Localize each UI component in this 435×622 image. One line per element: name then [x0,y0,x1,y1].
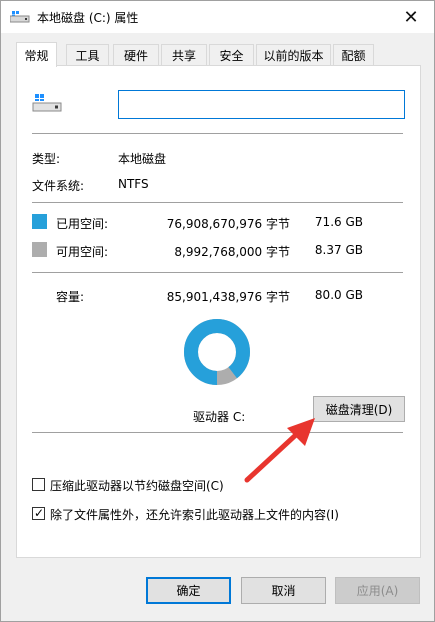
close-button[interactable]: ✕ [388,1,434,33]
used-space-bytes: 76,908,670,976 字节 [166,217,290,231]
drive-name-input[interactable] [118,90,405,119]
cancel-button[interactable]: 取消 [241,577,326,604]
type-value: 本地磁盘 [118,152,167,166]
drive-letter-label: 驱动器 C: [193,410,246,424]
drive-large-icon [32,94,62,112]
apply-button[interactable]: 应用(A) [335,577,420,604]
tab-hardware[interactable]: 硬件 [113,44,159,66]
tab-label: 共享 [171,49,196,63]
tab-general[interactable]: 常规 [16,42,57,67]
compress-checkbox[interactable] [32,478,45,491]
filesystem-label: 文件系统: [32,179,85,193]
tab-label: 硬件 [123,49,148,63]
button-label: 取消 [271,584,296,598]
red-arrow-annotation [244,418,315,483]
tab-label: 工具 [75,49,100,63]
usage-donut-chart [184,319,250,385]
close-icon: ✕ [403,6,419,28]
used-space-swatch [32,214,47,229]
title-bar: 本地磁盘 (C:) 属性 ✕ [1,1,434,33]
tab-label: 安全 [219,49,244,63]
button-label: 确定 [176,584,201,598]
free-space-bytes: 8,992,768,000 字节 [174,245,290,259]
capacity-bytes: 85,901,438,976 字节 [166,290,290,304]
filesystem-value: NTFS [118,177,149,191]
capacity-size: 80.0 GB [314,288,363,302]
free-space-swatch [32,242,47,257]
free-space-size: 8.37 GB [314,243,363,257]
checkmark-icon: ✓ [34,506,45,520]
tab-security[interactable]: 安全 [209,44,254,66]
tab-quota[interactable]: 配额 [333,44,374,66]
divider [32,432,403,433]
donut-used-segment [184,319,250,385]
type-label: 类型: [32,152,61,166]
index-label: 除了文件属性外，还允许索引此驱动器上文件的内容(I) [50,508,339,522]
tab-tools[interactable]: 工具 [66,44,109,66]
button-label: 应用(A) [356,584,399,598]
drive-icon [10,11,30,23]
ok-button[interactable]: 确定 [146,577,231,604]
index-checkbox[interactable]: ✓ [32,506,45,520]
tab-label: 配额 [341,49,366,63]
button-label: 磁盘清理(D) [325,402,393,417]
tab-label: 以前的版本 [263,49,324,63]
free-space-label: 可用空间: [56,245,109,259]
compress-label: 压缩此驱动器以节约磁盘空间(C) [50,479,224,493]
divider [32,272,403,273]
tab-previous-versions[interactable]: 以前的版本 [256,44,331,66]
used-space-size: 71.6 GB [314,215,363,229]
tab-label: 常规 [24,48,49,63]
window-title: 本地磁盘 (C:) 属性 [37,11,139,25]
used-space-label: 已用空间: [56,217,109,231]
properties-window: 本地磁盘 (C:) 属性 ✕ 常规 工具 硬件 共享 安全 以前的版本 配额 类… [0,0,435,622]
divider [32,202,403,203]
divider [32,133,403,134]
capacity-label: 容量: [56,290,85,304]
disk-cleanup-button[interactable]: 磁盘清理(D) [313,396,405,422]
tab-sharing[interactable]: 共享 [161,44,207,66]
